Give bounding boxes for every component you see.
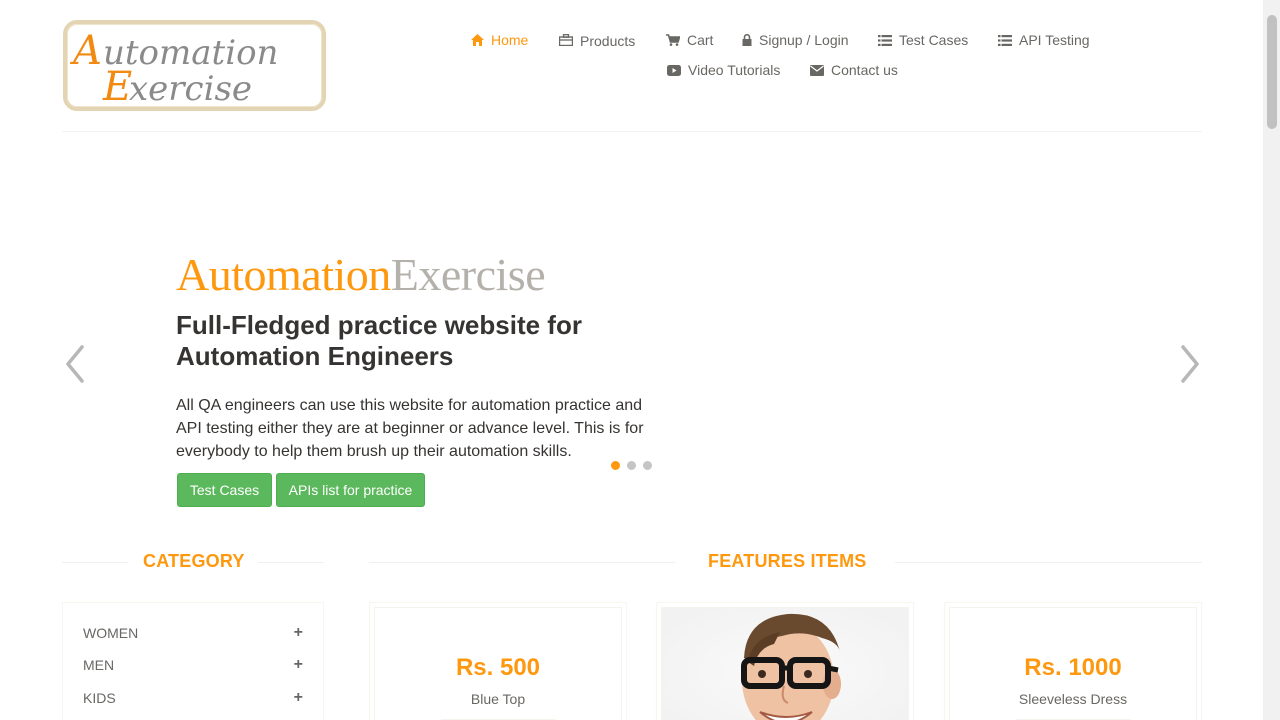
site-logo[interactable]: A utomation E xercise: [63, 20, 326, 111]
product-card: Rs. 1000 Sleeveless Dress: [944, 602, 1202, 720]
svg-text:A: A: [69, 28, 102, 74]
chevron-right-icon: [1181, 345, 1199, 383]
category-label: MEN: [83, 657, 115, 673]
lock-icon: [742, 34, 752, 46]
youtube-icon: [667, 64, 681, 76]
list-icon: [998, 34, 1012, 46]
products-icon: [559, 34, 573, 46]
slider-indicators: [611, 461, 652, 470]
slider-next-button[interactable]: [1175, 342, 1205, 386]
plus-icon[interactable]: +: [294, 624, 303, 642]
nav-products[interactable]: Products: [559, 32, 636, 49]
features-line-right: [895, 562, 1202, 563]
category-label: KIDS: [83, 690, 116, 706]
home-icon: [471, 34, 484, 46]
product-price: Rs. 1000: [1024, 654, 1122, 681]
nav-home-label: Home: [491, 32, 529, 48]
apis-list-button[interactable]: APIs list for practice: [276, 473, 425, 507]
slider-description: All QA engineers can use this website fo…: [176, 397, 644, 460]
envelope-icon: [810, 64, 824, 76]
nav-video-label: Video Tutorials: [688, 62, 781, 78]
nav-api-testing[interactable]: API Testing: [998, 32, 1090, 48]
chevron-left-icon: [66, 345, 84, 383]
page-scrollbar[interactable]: [1263, 0, 1280, 720]
nav-video-tutorials[interactable]: Video Tutorials: [667, 62, 780, 78]
category-line-left: [62, 562, 128, 563]
nav-cart-label: Cart: [687, 32, 714, 48]
features-line-left: [369, 562, 675, 563]
nav-signup-label: Signup / Login: [759, 32, 849, 48]
nav-api-testing-label: API Testing: [1019, 32, 1090, 48]
category-panel: WOMEN + MEN + KIDS +: [62, 602, 324, 720]
plus-icon[interactable]: +: [294, 689, 303, 707]
product-price: Rs. 500: [455, 654, 541, 681]
logo-line2: xercise: [129, 69, 252, 107]
nav-contact[interactable]: Contact us: [810, 62, 898, 78]
scrollbar-thumb[interactable]: [1267, 15, 1277, 129]
slider-dot[interactable]: [611, 461, 620, 470]
category-item-men[interactable]: MEN +: [83, 656, 303, 674]
nav-products-label: Products: [580, 33, 636, 49]
test-cases-button[interactable]: Test Cases: [177, 473, 272, 507]
product-card: Rs. 500 Blue Top: [369, 602, 627, 720]
category-item-women[interactable]: WOMEN +: [83, 624, 303, 642]
slider-prev-button[interactable]: [60, 342, 90, 386]
list-icon: [878, 34, 892, 46]
slider-title: Full-Fledged practice website for Automa…: [176, 310, 582, 371]
product-name: Sleeveless Dress: [1018, 691, 1128, 707]
slider-dot[interactable]: [627, 461, 636, 470]
nav-contact-label: Contact us: [831, 62, 898, 78]
nav-cart[interactable]: Cart: [666, 32, 713, 48]
category-line-right: [258, 562, 324, 563]
features-title: FEATURES ITEMS: [708, 551, 867, 571]
man-with-glasses-photo: [662, 608, 908, 720]
plus-icon[interactable]: +: [294, 656, 303, 674]
product-name: Blue Top: [470, 691, 526, 707]
nav-home[interactable]: Home: [471, 32, 528, 48]
slider-brand-heading: AutomationExercise: [176, 248, 546, 301]
brand-part2: Exercise: [390, 249, 546, 300]
svg-text:E: E: [102, 64, 132, 107]
nav-signup-login[interactable]: Signup / Login: [742, 32, 849, 48]
category-item-kids[interactable]: KIDS +: [83, 689, 303, 707]
slider-dot[interactable]: [643, 461, 652, 470]
product-card: [656, 602, 914, 720]
nav-test-cases-label: Test Cases: [899, 32, 969, 48]
brand-part1: Automation: [176, 249, 391, 300]
cart-icon: [666, 34, 680, 46]
nav-test-cases[interactable]: Test Cases: [878, 32, 968, 48]
category-title: CATEGORY: [143, 551, 245, 571]
category-label: WOMEN: [83, 625, 139, 641]
header-divider: [62, 131, 1202, 132]
